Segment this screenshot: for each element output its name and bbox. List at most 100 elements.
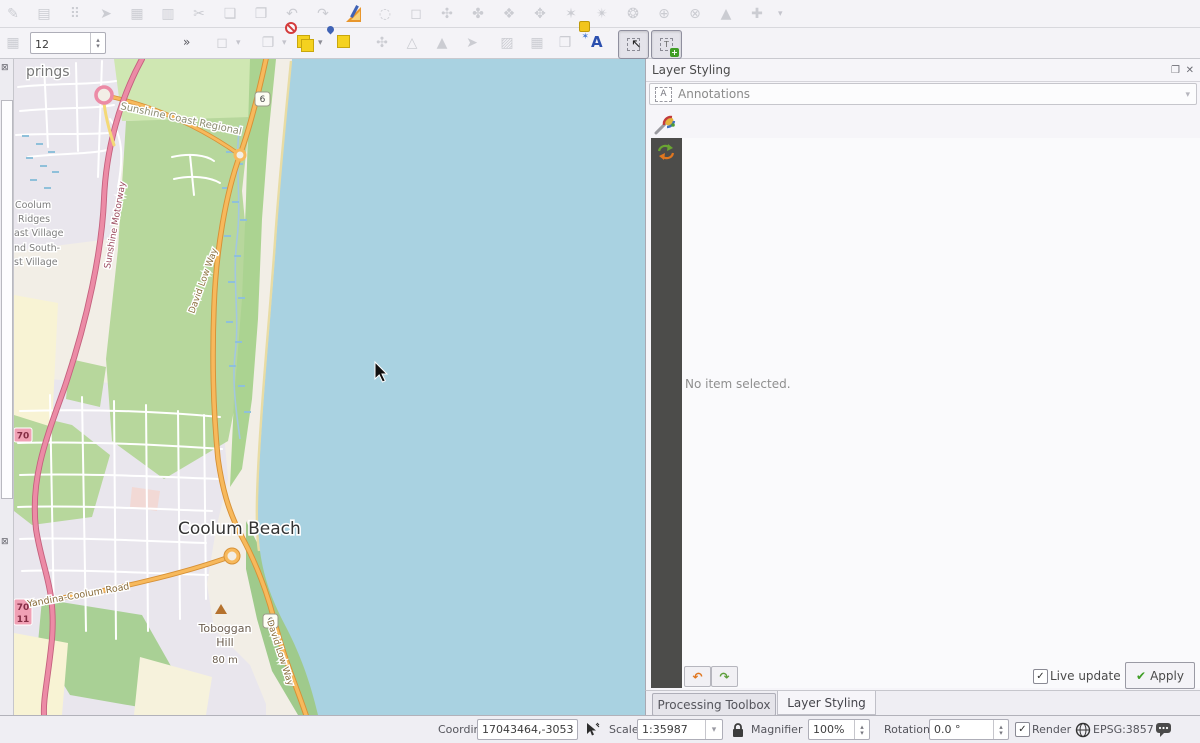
label-suburb-partial: prings bbox=[26, 64, 70, 80]
digitize-icon-5[interactable]: ❖ bbox=[499, 4, 519, 24]
digitize-icon-2[interactable]: ◻ bbox=[406, 4, 426, 24]
bottom-tab-bar: Processing Toolbox Layer Styling bbox=[645, 690, 1200, 715]
crs-status[interactable]: EPSG:3857 bbox=[1093, 723, 1154, 736]
messages-bubble-icon[interactable] bbox=[1155, 721, 1173, 739]
panel-close-icon-top[interactable]: ⊠ bbox=[1, 63, 9, 73]
toolbar-overflow-chevron[interactable]: » bbox=[183, 35, 190, 49]
coordinate-value[interactable] bbox=[478, 720, 577, 739]
tracking-cursor-icon[interactable] bbox=[584, 722, 600, 738]
toolbar-dropdown-caret[interactable]: ▾ bbox=[778, 9, 788, 19]
pin-labels-icon[interactable]: ➤ bbox=[462, 33, 482, 53]
tab-layer-styling[interactable]: Layer Styling bbox=[777, 691, 876, 715]
digitize-icon-4[interactable]: ✤ bbox=[468, 4, 488, 24]
redo-icon[interactable]: ↷ bbox=[313, 4, 333, 24]
digitize-icon-12[interactable]: ▲ bbox=[716, 4, 736, 24]
paste-icon[interactable]: ❐ bbox=[251, 4, 271, 24]
edit-toolbar: ▦ ▴ ▾ » ◻ ▾ ❐ ▾ ▾ ✣ △ ▲ ➤ ▨ ▦ ❒ A ✶ ↖ T … bbox=[0, 28, 1200, 59]
edit-icon[interactable]: ✎ bbox=[3, 4, 23, 24]
render-check-icon: ✓ bbox=[1018, 723, 1026, 736]
checkmark-icon: ✓ bbox=[1036, 670, 1044, 683]
magnifier-value[interactable] bbox=[809, 720, 855, 739]
symbology-brush-icon[interactable] bbox=[653, 112, 677, 136]
main-toolbar: ✎ ▤ ⠿ ➤ ▦ ▥ ✂ ❏ ❐ ↶ ↷ ◌ ◻ ✣ ✤ ❖ ✥ ✶ ✴ ❂ … bbox=[0, 0, 1200, 28]
label-district-3: ast Village bbox=[14, 228, 64, 239]
annotation-toolbar-icon[interactable] bbox=[344, 4, 364, 24]
tolerance-spinbox[interactable]: ▴ ▾ bbox=[30, 32, 106, 54]
stepper-down-icon[interactable]: ▾ bbox=[96, 43, 100, 49]
panel-undock-icon[interactable]: ❐ bbox=[1171, 65, 1180, 76]
digitize-icon-1[interactable]: ◌ bbox=[375, 4, 395, 24]
copy-caret[interactable]: ▾ bbox=[282, 38, 292, 48]
style-redo-button[interactable]: ↷ bbox=[711, 666, 738, 687]
undo-arrow-icon: ↶ bbox=[692, 670, 702, 684]
collapsed-left-panel: ⊠ ⊠ bbox=[0, 59, 14, 715]
rotate-label-icon[interactable]: △ bbox=[402, 33, 422, 53]
shield-70: 70 bbox=[17, 432, 30, 442]
history-arrows-icon[interactable] bbox=[655, 142, 677, 164]
move-callout-icon[interactable]: ❒ bbox=[555, 33, 575, 53]
rotation-label: Rotation bbox=[884, 723, 930, 736]
scale-caret[interactable]: ▾ bbox=[705, 720, 722, 739]
crs-globe-icon[interactable] bbox=[1075, 722, 1091, 738]
label-callout-icon[interactable]: ▦ bbox=[527, 33, 547, 53]
digitize-icon-9[interactable]: ❂ bbox=[623, 4, 643, 24]
field-calculator-icon[interactable]: ▥ bbox=[158, 4, 178, 24]
move-annotation-icon[interactable]: ✣ bbox=[372, 33, 392, 53]
digitize-icon-13[interactable]: ✚ bbox=[747, 4, 767, 24]
scale-value[interactable] bbox=[638, 720, 706, 739]
rotation-value[interactable] bbox=[930, 720, 992, 739]
scale-label: Scale bbox=[609, 723, 639, 736]
cut-icon[interactable]: ✂ bbox=[189, 4, 209, 24]
select-tool-icon[interactable]: ➤ bbox=[96, 4, 116, 24]
panel-close-icon[interactable]: ✕ bbox=[1186, 65, 1194, 76]
rotation-spinbox[interactable]: ▴▾ bbox=[929, 719, 1009, 740]
digitize-icon-8[interactable]: ✴ bbox=[592, 4, 612, 24]
layer-selector-value: Annotations bbox=[678, 87, 750, 101]
magnifier-stepper[interactable]: ▴▾ bbox=[854, 720, 869, 739]
label-district-2: Ridges bbox=[18, 214, 50, 225]
style-undo-button[interactable]: ↶ bbox=[684, 666, 711, 687]
digitize-icon-6[interactable]: ✥ bbox=[530, 4, 550, 24]
layer-styling-panel: Layer Styling ❐ ✕ A Annotations ▾ No ite… bbox=[645, 59, 1200, 690]
digitize-icon-11[interactable]: ⊗ bbox=[685, 4, 705, 24]
select-rect-icon[interactable]: ◻ bbox=[212, 33, 232, 53]
save-icon[interactable]: ▤ bbox=[34, 4, 54, 24]
lock-scale-icon[interactable] bbox=[730, 722, 746, 738]
map-canvas[interactable]: 6 6 70 70 11 prings Sunshine Coast Regio… bbox=[14, 59, 645, 715]
live-update-checkbox[interactable]: ✓ bbox=[1033, 669, 1048, 684]
rotation-stepper[interactable]: ▴▾ bbox=[993, 720, 1008, 739]
digitize-icon-10[interactable]: ⊕ bbox=[654, 4, 674, 24]
layer-selector-combo[interactable]: A Annotations ▾ bbox=[649, 83, 1197, 105]
label-district-4: nd South- bbox=[14, 243, 60, 254]
render-checkbox[interactable]: ✓ bbox=[1015, 722, 1030, 737]
label-hill-2: Hill bbox=[216, 636, 233, 649]
panel-close-icon-bottom[interactable]: ⊠ bbox=[1, 537, 9, 547]
collapsed-panel-body[interactable] bbox=[1, 100, 13, 499]
add-plus-badge: + bbox=[670, 48, 679, 57]
tolerance-stepper[interactable]: ▴ ▾ bbox=[90, 33, 105, 53]
apply-button[interactable]: ✔ Apply bbox=[1125, 662, 1195, 689]
coordinate-input[interactable] bbox=[477, 719, 578, 740]
tab-processing-toolbox[interactable]: Processing Toolbox bbox=[652, 693, 776, 716]
layer-diagram-caret[interactable]: ▾ bbox=[318, 38, 328, 48]
modify-annotations-button[interactable]: ↖ bbox=[618, 30, 649, 59]
selector-caret: ▾ bbox=[1185, 90, 1190, 100]
redo-arrow-icon: ↷ bbox=[719, 670, 729, 684]
shield-11: 11 bbox=[17, 615, 30, 625]
digitize-icon-7[interactable]: ✶ bbox=[561, 4, 581, 24]
digitize-icon-3[interactable]: ✣ bbox=[437, 4, 457, 24]
undo-icon[interactable]: ↶ bbox=[282, 4, 302, 24]
magnifier-spinbox[interactable]: ▴▾ bbox=[808, 719, 870, 740]
label-district-5: st Village bbox=[14, 257, 58, 268]
attribute-table-icon[interactable]: ▦ bbox=[127, 4, 147, 24]
copy-features-icon[interactable]: ❐ bbox=[258, 33, 278, 53]
panel-content-area bbox=[682, 138, 1200, 688]
change-label-icon[interactable]: ▲ bbox=[432, 33, 452, 53]
select-caret[interactable]: ▾ bbox=[236, 38, 246, 48]
scale-combo[interactable]: ▾ bbox=[637, 719, 723, 740]
snapping-icon[interactable]: ▦ bbox=[3, 33, 23, 53]
highlight-labels-icon[interactable]: ▨ bbox=[497, 33, 517, 53]
vertex-tool-icon[interactable]: ⠿ bbox=[65, 4, 85, 24]
create-text-annotation-button[interactable]: T + bbox=[651, 30, 682, 59]
copy-icon[interactable]: ❏ bbox=[220, 4, 240, 24]
